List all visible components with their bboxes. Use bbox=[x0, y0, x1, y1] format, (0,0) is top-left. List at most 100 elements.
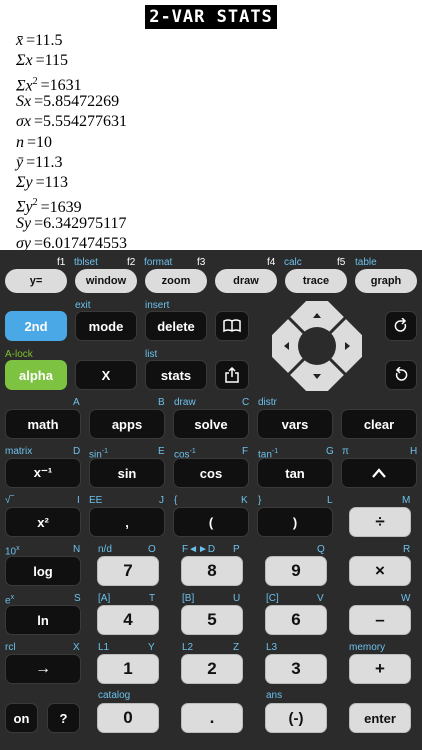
stat-line: σx =5.554277631 bbox=[16, 112, 127, 132]
calculator-display: 2-VAR STATS x̄ =11.5 Σx =115 Σx2 =1631 Sx =5.85… bbox=[0, 0, 422, 250]
solve-button[interactable]: solve bbox=[173, 409, 249, 439]
one-button[interactable]: 1 bbox=[97, 654, 159, 684]
cos-button[interactable]: cos bbox=[173, 458, 249, 488]
label-f: F bbox=[242, 446, 249, 457]
label-e: E bbox=[158, 446, 165, 457]
label-p: P bbox=[233, 544, 240, 555]
label-pi: π bbox=[342, 446, 349, 457]
stat-line: x̄ =11.5 bbox=[16, 31, 63, 51]
label-z: Z bbox=[233, 642, 240, 653]
stat-line: Σx =115 bbox=[16, 51, 68, 71]
three-button[interactable]: 3 bbox=[265, 654, 327, 684]
book-button[interactable] bbox=[215, 311, 249, 341]
draw-button[interactable]: draw bbox=[215, 269, 277, 293]
log-button[interactable]: log bbox=[5, 556, 81, 586]
label-g: G bbox=[326, 446, 334, 457]
math-button[interactable]: math bbox=[5, 409, 81, 439]
label-q: Q bbox=[317, 544, 325, 555]
stat-symbol: Σy bbox=[16, 174, 33, 192]
add-button[interactable]: + bbox=[349, 654, 411, 684]
stat-symbol: n bbox=[16, 133, 24, 151]
right-paren-button[interactable]: ) bbox=[257, 507, 333, 537]
label-calc: calc bbox=[284, 257, 302, 268]
reciprocal-button[interactable]: x⁻¹ bbox=[5, 458, 81, 488]
ln-button[interactable]: ln bbox=[5, 605, 81, 635]
alpha-button[interactable]: alpha bbox=[5, 360, 67, 390]
redo-button[interactable] bbox=[385, 311, 417, 341]
label-rcl: rcl bbox=[5, 642, 16, 653]
label-draw: draw bbox=[174, 397, 196, 408]
nine-button[interactable]: 9 bbox=[265, 556, 327, 586]
second-button[interactable]: 2nd bbox=[5, 311, 67, 341]
stats-button[interactable]: stats bbox=[145, 360, 207, 390]
tan-button[interactable]: tan bbox=[257, 458, 333, 488]
label-r: R bbox=[403, 544, 411, 555]
store-button[interactable]: → bbox=[5, 654, 81, 684]
four-button[interactable]: 4 bbox=[97, 605, 159, 635]
stat-value: =6.342975117 bbox=[34, 214, 127, 232]
x-variable-button[interactable]: X bbox=[75, 360, 137, 390]
delete-button[interactable]: delete bbox=[145, 311, 207, 341]
zero-button[interactable]: 0 bbox=[97, 703, 159, 733]
label-table: table bbox=[355, 257, 377, 268]
stat-symbol: Σx bbox=[16, 52, 33, 70]
help-button[interactable]: ? bbox=[47, 703, 80, 733]
label-tblset: tblset bbox=[74, 257, 98, 268]
mode-button[interactable]: mode bbox=[75, 311, 137, 341]
label-v: V bbox=[317, 593, 324, 604]
label-format: format bbox=[144, 257, 173, 268]
subtract-button[interactable]: – bbox=[349, 605, 411, 635]
enter-button[interactable]: enter bbox=[349, 703, 411, 733]
apps-button[interactable]: apps bbox=[89, 409, 165, 439]
share-button[interactable] bbox=[215, 360, 249, 390]
keypad: f1 tblset f2 format f3 f4 calc f5 table … bbox=[0, 250, 422, 750]
divide-button[interactable]: ÷ bbox=[349, 507, 411, 537]
label-rbrace: } bbox=[258, 495, 262, 506]
eight-button[interactable]: 8 bbox=[181, 556, 243, 586]
stat-exponent: 2 bbox=[32, 197, 38, 209]
five-button[interactable]: 5 bbox=[181, 605, 243, 635]
stat-symbol: x̄ bbox=[16, 32, 24, 49]
decimal-button[interactable]: . bbox=[181, 703, 243, 733]
label-d: D bbox=[73, 446, 81, 457]
y-equals-button[interactable]: y= bbox=[5, 269, 67, 293]
negative-button[interactable]: (-) bbox=[265, 703, 327, 733]
left-paren-button[interactable]: ( bbox=[173, 507, 249, 537]
square-button[interactable]: x² bbox=[5, 507, 81, 537]
comma-button[interactable]: , bbox=[89, 507, 165, 537]
stat-value: =113 bbox=[35, 174, 69, 192]
six-button[interactable]: 6 bbox=[265, 605, 327, 635]
seven-button[interactable]: 7 bbox=[97, 556, 159, 586]
label-w: W bbox=[401, 593, 411, 604]
stat-symbol: Sy bbox=[16, 214, 32, 232]
on-button[interactable]: on bbox=[5, 703, 38, 733]
label-nd: n/d bbox=[98, 544, 112, 555]
label-f3: f3 bbox=[197, 257, 206, 268]
label-h: H bbox=[410, 446, 418, 457]
stat-line: Sy =6.342975117 bbox=[16, 214, 127, 234]
label-b: B bbox=[158, 397, 165, 408]
clear-button[interactable]: clear bbox=[341, 409, 417, 439]
zoom-button[interactable]: zoom bbox=[145, 269, 207, 293]
undo-button[interactable] bbox=[385, 360, 417, 390]
label-matrix-b: [B] bbox=[182, 593, 195, 604]
label-k: K bbox=[241, 495, 248, 506]
sin-button[interactable]: sin bbox=[89, 458, 165, 488]
trace-button[interactable]: trace bbox=[285, 269, 347, 293]
multiply-button[interactable]: × bbox=[349, 556, 411, 586]
label-matrix-a: [A] bbox=[98, 593, 111, 604]
stat-line: Sx =5.85472269 bbox=[16, 92, 119, 112]
graph-button[interactable]: graph bbox=[355, 269, 417, 293]
vars-button[interactable]: vars bbox=[257, 409, 333, 439]
dpad[interactable] bbox=[272, 301, 362, 391]
stat-symbol: Sx bbox=[16, 92, 32, 110]
label-l: L bbox=[327, 495, 333, 506]
label-m: M bbox=[402, 495, 411, 506]
window-button[interactable]: window bbox=[75, 269, 137, 293]
stat-symbol: ȳ bbox=[16, 153, 24, 171]
label-ee: EE bbox=[89, 495, 103, 506]
two-button[interactable]: 2 bbox=[181, 654, 243, 684]
stat-line: ȳ =11.3 bbox=[16, 153, 63, 173]
stat-line: σy =6.017474553 bbox=[16, 234, 127, 250]
power-button[interactable] bbox=[341, 458, 417, 488]
